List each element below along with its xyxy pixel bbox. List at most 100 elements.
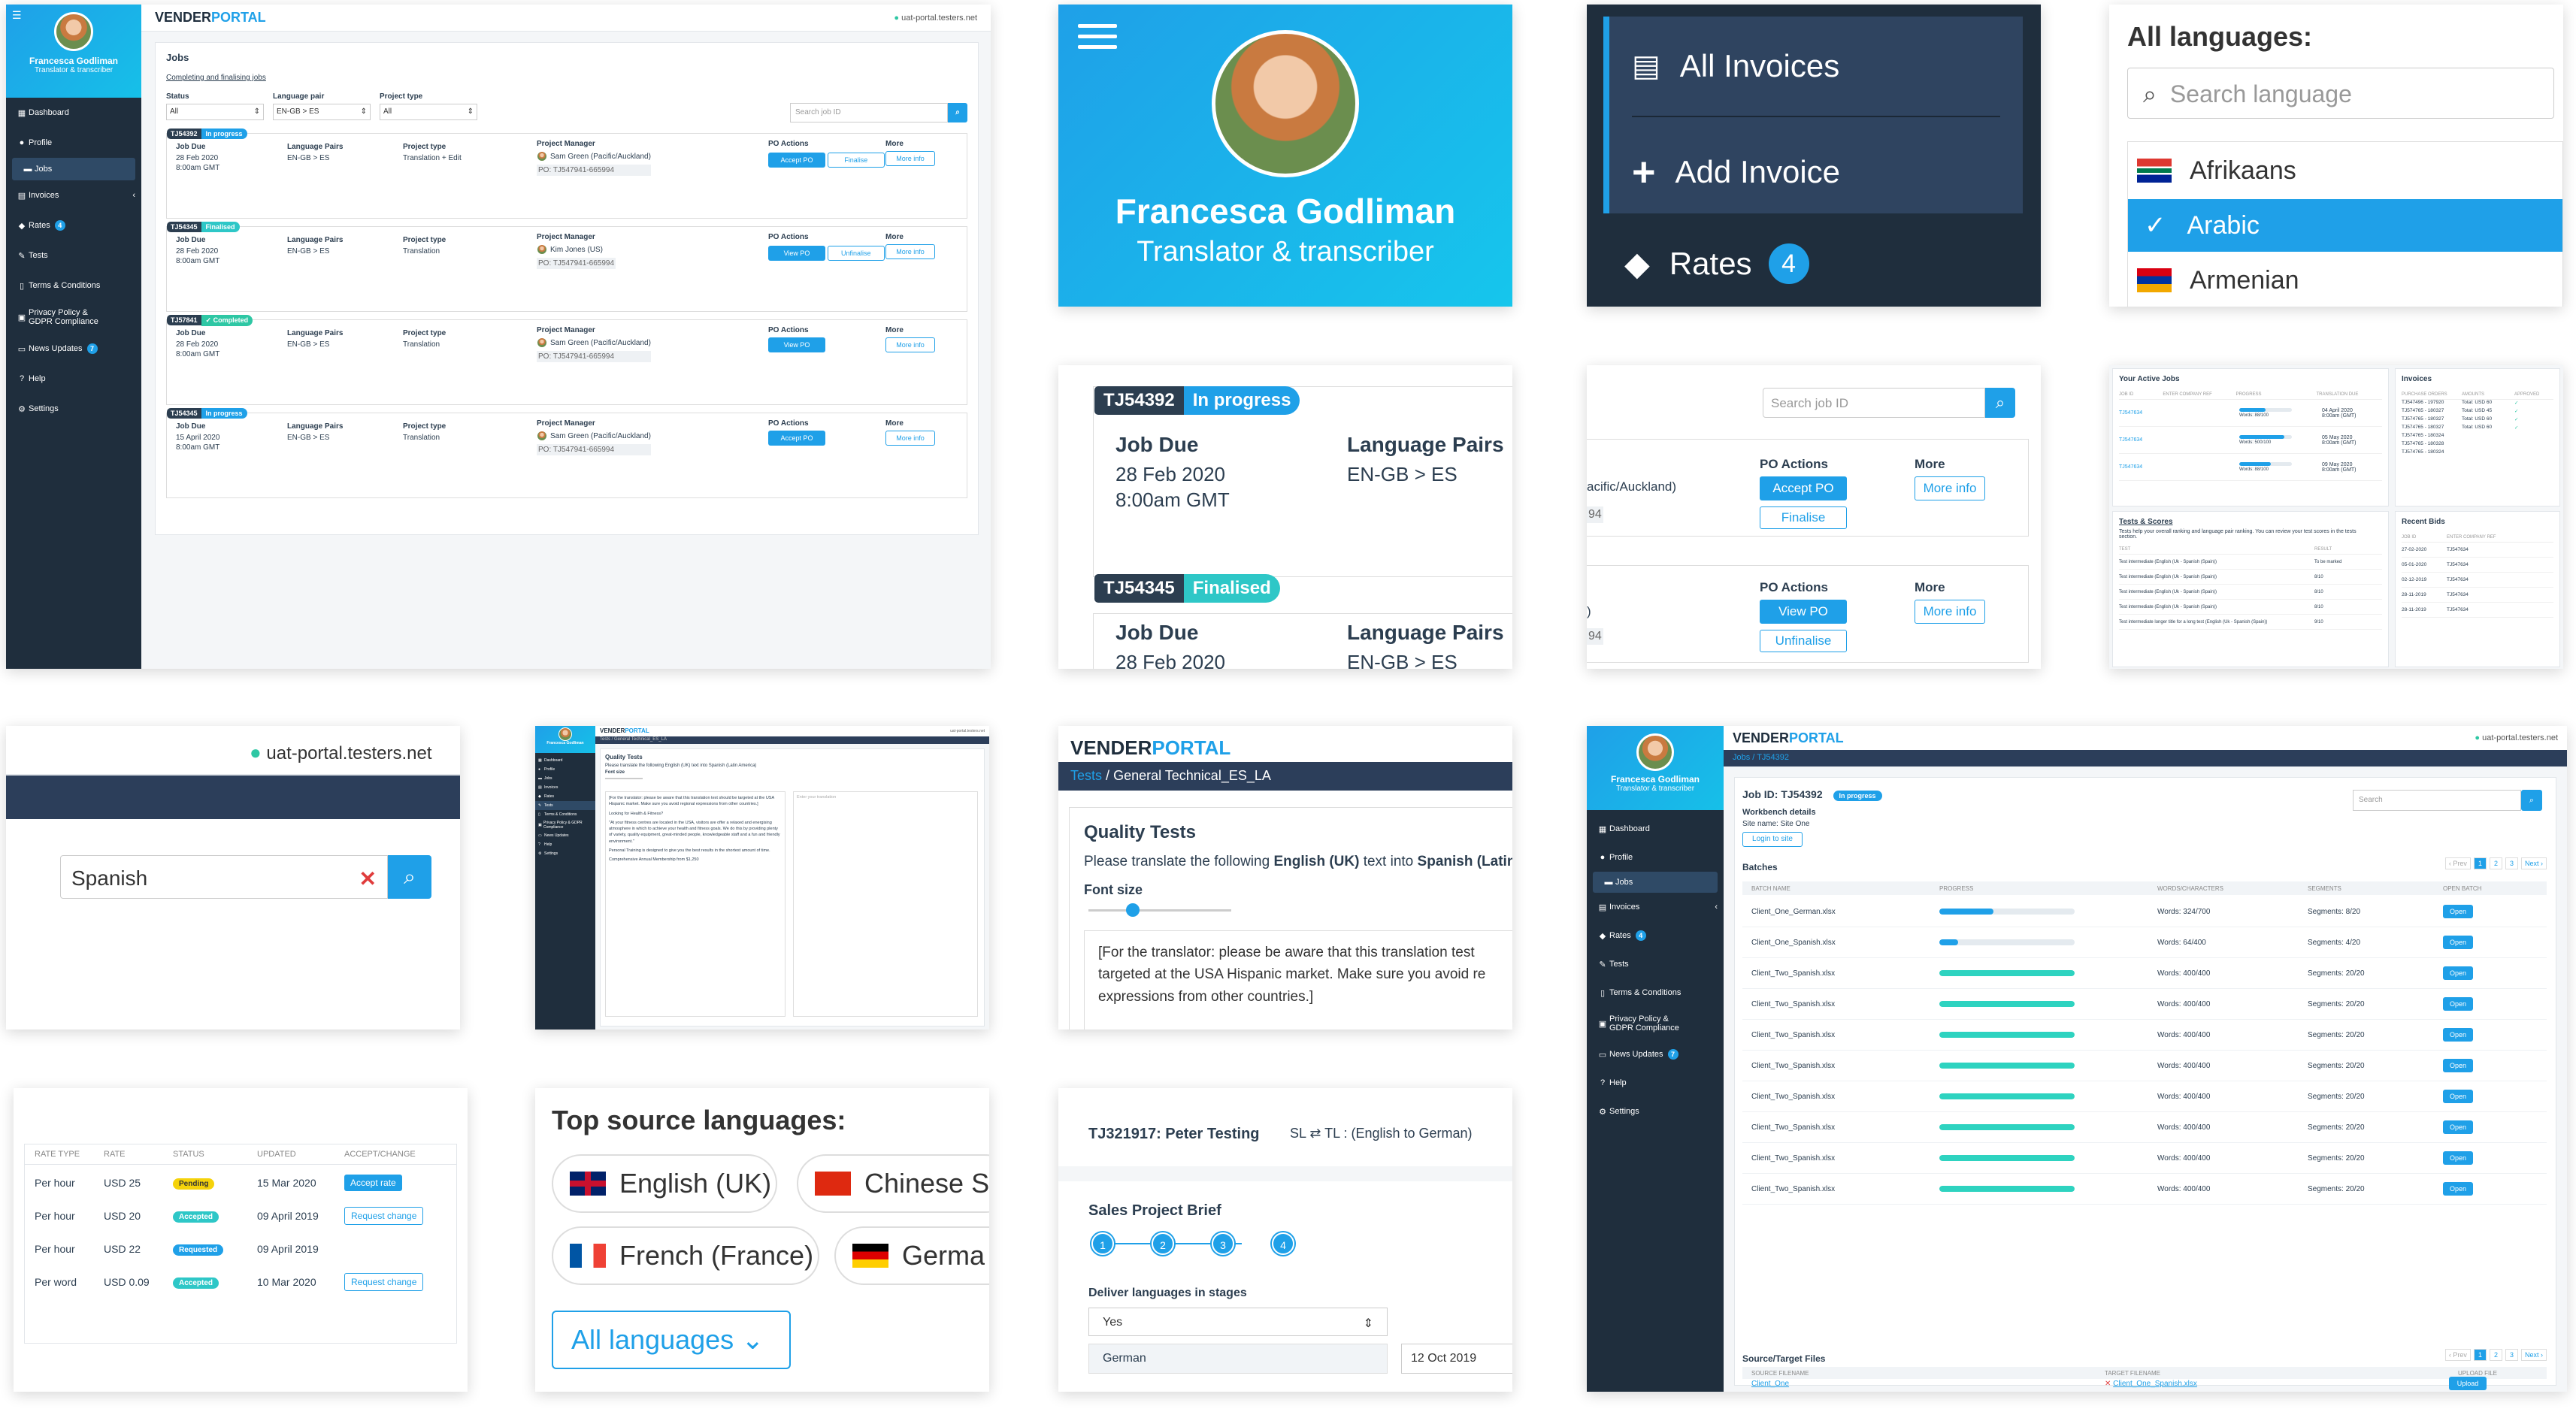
- step-indicator[interactable]: 3: [1212, 1232, 1234, 1255]
- upload-button[interactable]: Upload: [2449, 1377, 2487, 1390]
- sidebar-item-jobs[interactable]: ▬ Jobs: [12, 158, 135, 180]
- search-input[interactable]: Search job ID: [1763, 388, 1985, 418]
- deliver-stages-select[interactable]: Yes ⇕: [1088, 1308, 1388, 1336]
- status-select[interactable]: All ⇕: [166, 104, 264, 120]
- sidebar-item-settings[interactable]: ⚙ Settings: [6, 394, 141, 424]
- unfinalise-button[interactable]: Unfinalise: [1760, 630, 1847, 652]
- step-indicator[interactable]: 1: [1091, 1232, 1114, 1255]
- sidebar-item-tests[interactable]: ✎ Tests: [535, 801, 595, 810]
- page-button[interactable]: 2: [2489, 1349, 2502, 1361]
- next-button[interactable]: Next ›: [2520, 1349, 2547, 1361]
- page-button[interactable]: 1: [2473, 857, 2487, 869]
- open-batch-button[interactable]: Open: [2443, 966, 2473, 980]
- sidebar-item-privacy[interactable]: ▣ Privacy Policy & GDPR Compliance: [6, 301, 141, 334]
- sidebar-item-news[interactable]: ▭ News Updates 7: [6, 334, 141, 364]
- open-batch-button[interactable]: Open: [2443, 997, 2473, 1011]
- sidebar-item-invoices[interactable]: ▤ Invoices ‹: [6, 180, 141, 210]
- sidebar-item-profile[interactable]: ● Profile: [6, 128, 141, 158]
- sidebar-item-dashboard[interactable]: ▦ Dashboard: [535, 756, 595, 765]
- language-option-afrikaans[interactable]: Afrikaans: [2128, 142, 2562, 199]
- search-input[interactable]: Search job ID: [790, 103, 948, 122]
- sidebar-item-terms[interactable]: ▯ Terms & Conditions: [6, 271, 141, 301]
- more-info-button[interactable]: More info: [885, 244, 935, 259]
- sidebar-item-dashboard[interactable]: ▦ Dashboard: [6, 98, 141, 128]
- po-primary-button[interactable]: View PO: [768, 246, 825, 261]
- po-primary-button[interactable]: Accept PO: [768, 431, 825, 446]
- rate-action-button[interactable]: Accept rate: [344, 1175, 402, 1191]
- page-button[interactable]: 3: [2505, 1349, 2518, 1361]
- search-button[interactable]: ⌕: [948, 103, 967, 122]
- prev-button[interactable]: ‹ Prev: [2444, 1349, 2471, 1361]
- sidebar-item-dashboard[interactable]: ▦ Dashboard: [1587, 815, 1724, 843]
- language-option-arabic[interactable]: ✓ Arabic: [2128, 199, 2562, 252]
- sidebar-item-rates[interactable]: ◆ Rates 4: [6, 210, 141, 240]
- po-secondary-button[interactable]: Finalise: [827, 153, 885, 168]
- menu-item-add-invoice[interactable]: + Add Invoice: [1632, 149, 1840, 195]
- sidebar-item-jobs[interactable]: ▬ Jobs: [1593, 872, 1718, 893]
- search-input[interactable]: Spanish ✕: [60, 855, 388, 899]
- accept-po-button[interactable]: Accept PO: [1760, 476, 1847, 500]
- sidebar-item-tests[interactable]: ✎ Tests: [1587, 950, 1724, 978]
- sidebar-item-help[interactable]: ? Help: [535, 840, 595, 849]
- language-pill[interactable]: French (France): [552, 1226, 819, 1285]
- open-batch-button[interactable]: Open: [2443, 936, 2473, 949]
- sidebar-item-settings[interactable]: ⚙ Settings: [535, 849, 595, 858]
- menu-icon[interactable]: ☰: [12, 9, 22, 22]
- sidebar-item-rates[interactable]: ◆ Rates 4: [1587, 921, 1724, 950]
- sidebar-item-invoices[interactable]: ▤ Invoices: [535, 783, 595, 792]
- language-option-armenian[interactable]: Armenian: [2128, 252, 2562, 307]
- search-button[interactable]: ⌕: [1985, 388, 2015, 418]
- project-type-select[interactable]: All ⇕: [380, 104, 477, 120]
- sidebar-item-help[interactable]: ? Help: [6, 364, 141, 394]
- prev-button[interactable]: ‹ Prev: [2444, 857, 2471, 869]
- open-batch-button[interactable]: Open: [2443, 1151, 2473, 1165]
- sidebar-item-privacy1[interactable]: ▣ Privacy Policy & GDPR Compliance: [1587, 1007, 1724, 1040]
- font-size-slider[interactable]: [1088, 903, 1231, 917]
- language-pill[interactable]: English (UK): [552, 1154, 777, 1213]
- more-info-button[interactable]: More info: [885, 337, 935, 352]
- sidebar-item-terms[interactable]: ▯ Terms & Conditions: [535, 810, 595, 819]
- po-primary-button[interactable]: View PO: [768, 337, 825, 352]
- translation-textarea[interactable]: Enter your translation: [793, 791, 978, 1017]
- open-batch-button[interactable]: Open: [2443, 905, 2473, 918]
- po-primary-button[interactable]: Accept PO: [768, 153, 825, 168]
- sidebar-item-invoices[interactable]: ▤ Invoices ‹: [1587, 893, 1724, 921]
- more-info-button[interactable]: More info: [885, 151, 935, 166]
- step-indicator[interactable]: 4: [1272, 1232, 1294, 1255]
- sidebar-item-settings[interactable]: ⚙ Settings: [1587, 1097, 1724, 1126]
- sidebar-item-rates[interactable]: ◆ Rates: [535, 792, 595, 801]
- next-button[interactable]: Next ›: [2520, 857, 2547, 869]
- more-info-button[interactable]: More info: [1915, 600, 1985, 624]
- step-indicator[interactable]: 2: [1152, 1232, 1174, 1255]
- menu-item-rates[interactable]: ◆ Rates 4: [1624, 243, 1809, 284]
- more-info-button[interactable]: More info: [885, 431, 935, 446]
- view-po-button[interactable]: View PO: [1760, 600, 1847, 624]
- menu-icon[interactable]: [1078, 24, 1117, 49]
- page-button[interactable]: 1: [2473, 1349, 2487, 1361]
- sidebar-item-terms[interactable]: ▯ Terms & Conditions: [1587, 978, 1724, 1007]
- sidebar-item-help[interactable]: ? Help: [1587, 1069, 1724, 1097]
- sidebar-item-tests[interactable]: ✎ Tests: [6, 240, 141, 271]
- language-pill[interactable]: Germa: [834, 1226, 989, 1285]
- clear-icon[interactable]: ✕: [359, 866, 377, 891]
- open-batch-button[interactable]: Open: [2443, 1090, 2473, 1103]
- search-button[interactable]: ⌕: [388, 855, 431, 899]
- sidebar-item-profile[interactable]: ● Profile: [535, 765, 595, 774]
- help-link[interactable]: Completing and finalising jobs: [166, 74, 967, 82]
- language-pill[interactable]: Chinese S: [797, 1154, 989, 1213]
- more-info-button[interactable]: More info: [1915, 476, 1985, 500]
- language-search-input[interactable]: ⌕ Search language: [2127, 68, 2554, 119]
- finalise-button[interactable]: Finalise: [1760, 506, 1847, 529]
- open-batch-button[interactable]: Open: [2443, 1120, 2473, 1134]
- sidebar-item-news[interactable]: ▭ News Updates: [535, 831, 595, 840]
- rate-action-button[interactable]: Request change: [344, 1273, 424, 1291]
- open-batch-button[interactable]: Open: [2443, 1059, 2473, 1072]
- sidebar-item-profile[interactable]: ● Profile: [1587, 843, 1724, 872]
- menu-item-all-invoices[interactable]: ▤ All Invoices: [1632, 48, 1839, 84]
- sidebar-item-jobs[interactable]: ▬ Jobs: [535, 774, 595, 783]
- po-secondary-button[interactable]: Unfinalise: [827, 246, 885, 261]
- open-batch-button[interactable]: Open: [2443, 1028, 2473, 1042]
- login-button[interactable]: Login to site: [1742, 832, 1803, 847]
- search-button[interactable]: ⌕: [2521, 790, 2542, 811]
- page-button[interactable]: 2: [2489, 857, 2502, 869]
